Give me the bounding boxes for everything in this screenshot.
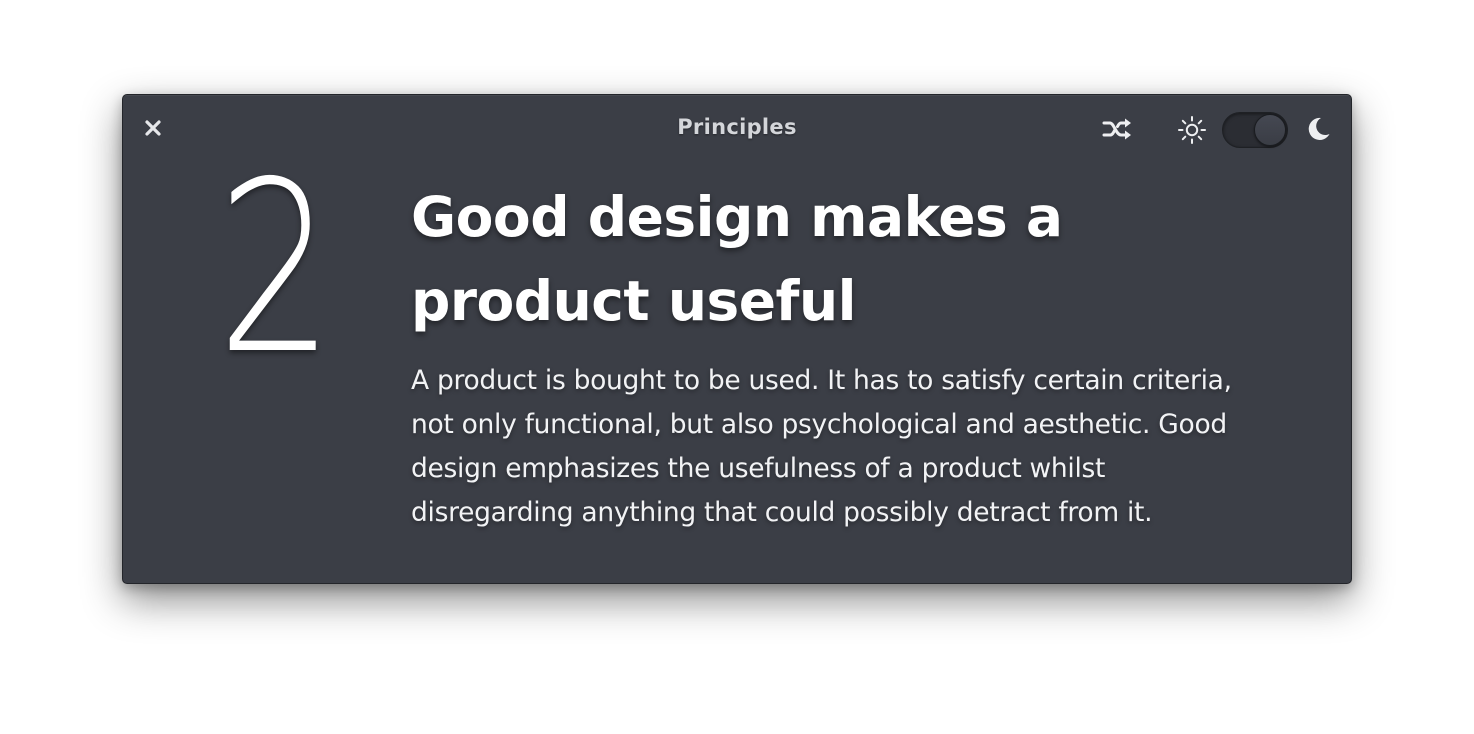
heading-line-1: Good design makes a <box>411 185 1063 249</box>
dark-mode-switch[interactable] <box>1222 112 1288 148</box>
shuffle-button[interactable] <box>1101 116 1133 142</box>
shuffle-icon <box>1102 118 1131 140</box>
heading-line-2: product useful <box>411 269 856 333</box>
principle-heading: Good design makes a product useful <box>411 175 1171 343</box>
principle-description: A product is bought to be used. It has t… <box>411 359 1321 535</box>
description-line-2: not only functional, but also psychologi… <box>411 409 1227 440</box>
switch-knob[interactable] <box>1254 114 1286 146</box>
description-line-4: disregarding anything that could possibl… <box>411 497 1153 528</box>
description-line-1: A product is bought to be used. It has t… <box>411 365 1232 396</box>
sun-icon <box>1177 115 1207 145</box>
principle-number: 2 <box>216 131 334 406</box>
moon-icon <box>1304 115 1332 143</box>
principles-window: Principles 2 Good design makes a product… <box>122 94 1352 584</box>
description-line-3: design emphasizes the usefulness of a pr… <box>411 453 1106 484</box>
